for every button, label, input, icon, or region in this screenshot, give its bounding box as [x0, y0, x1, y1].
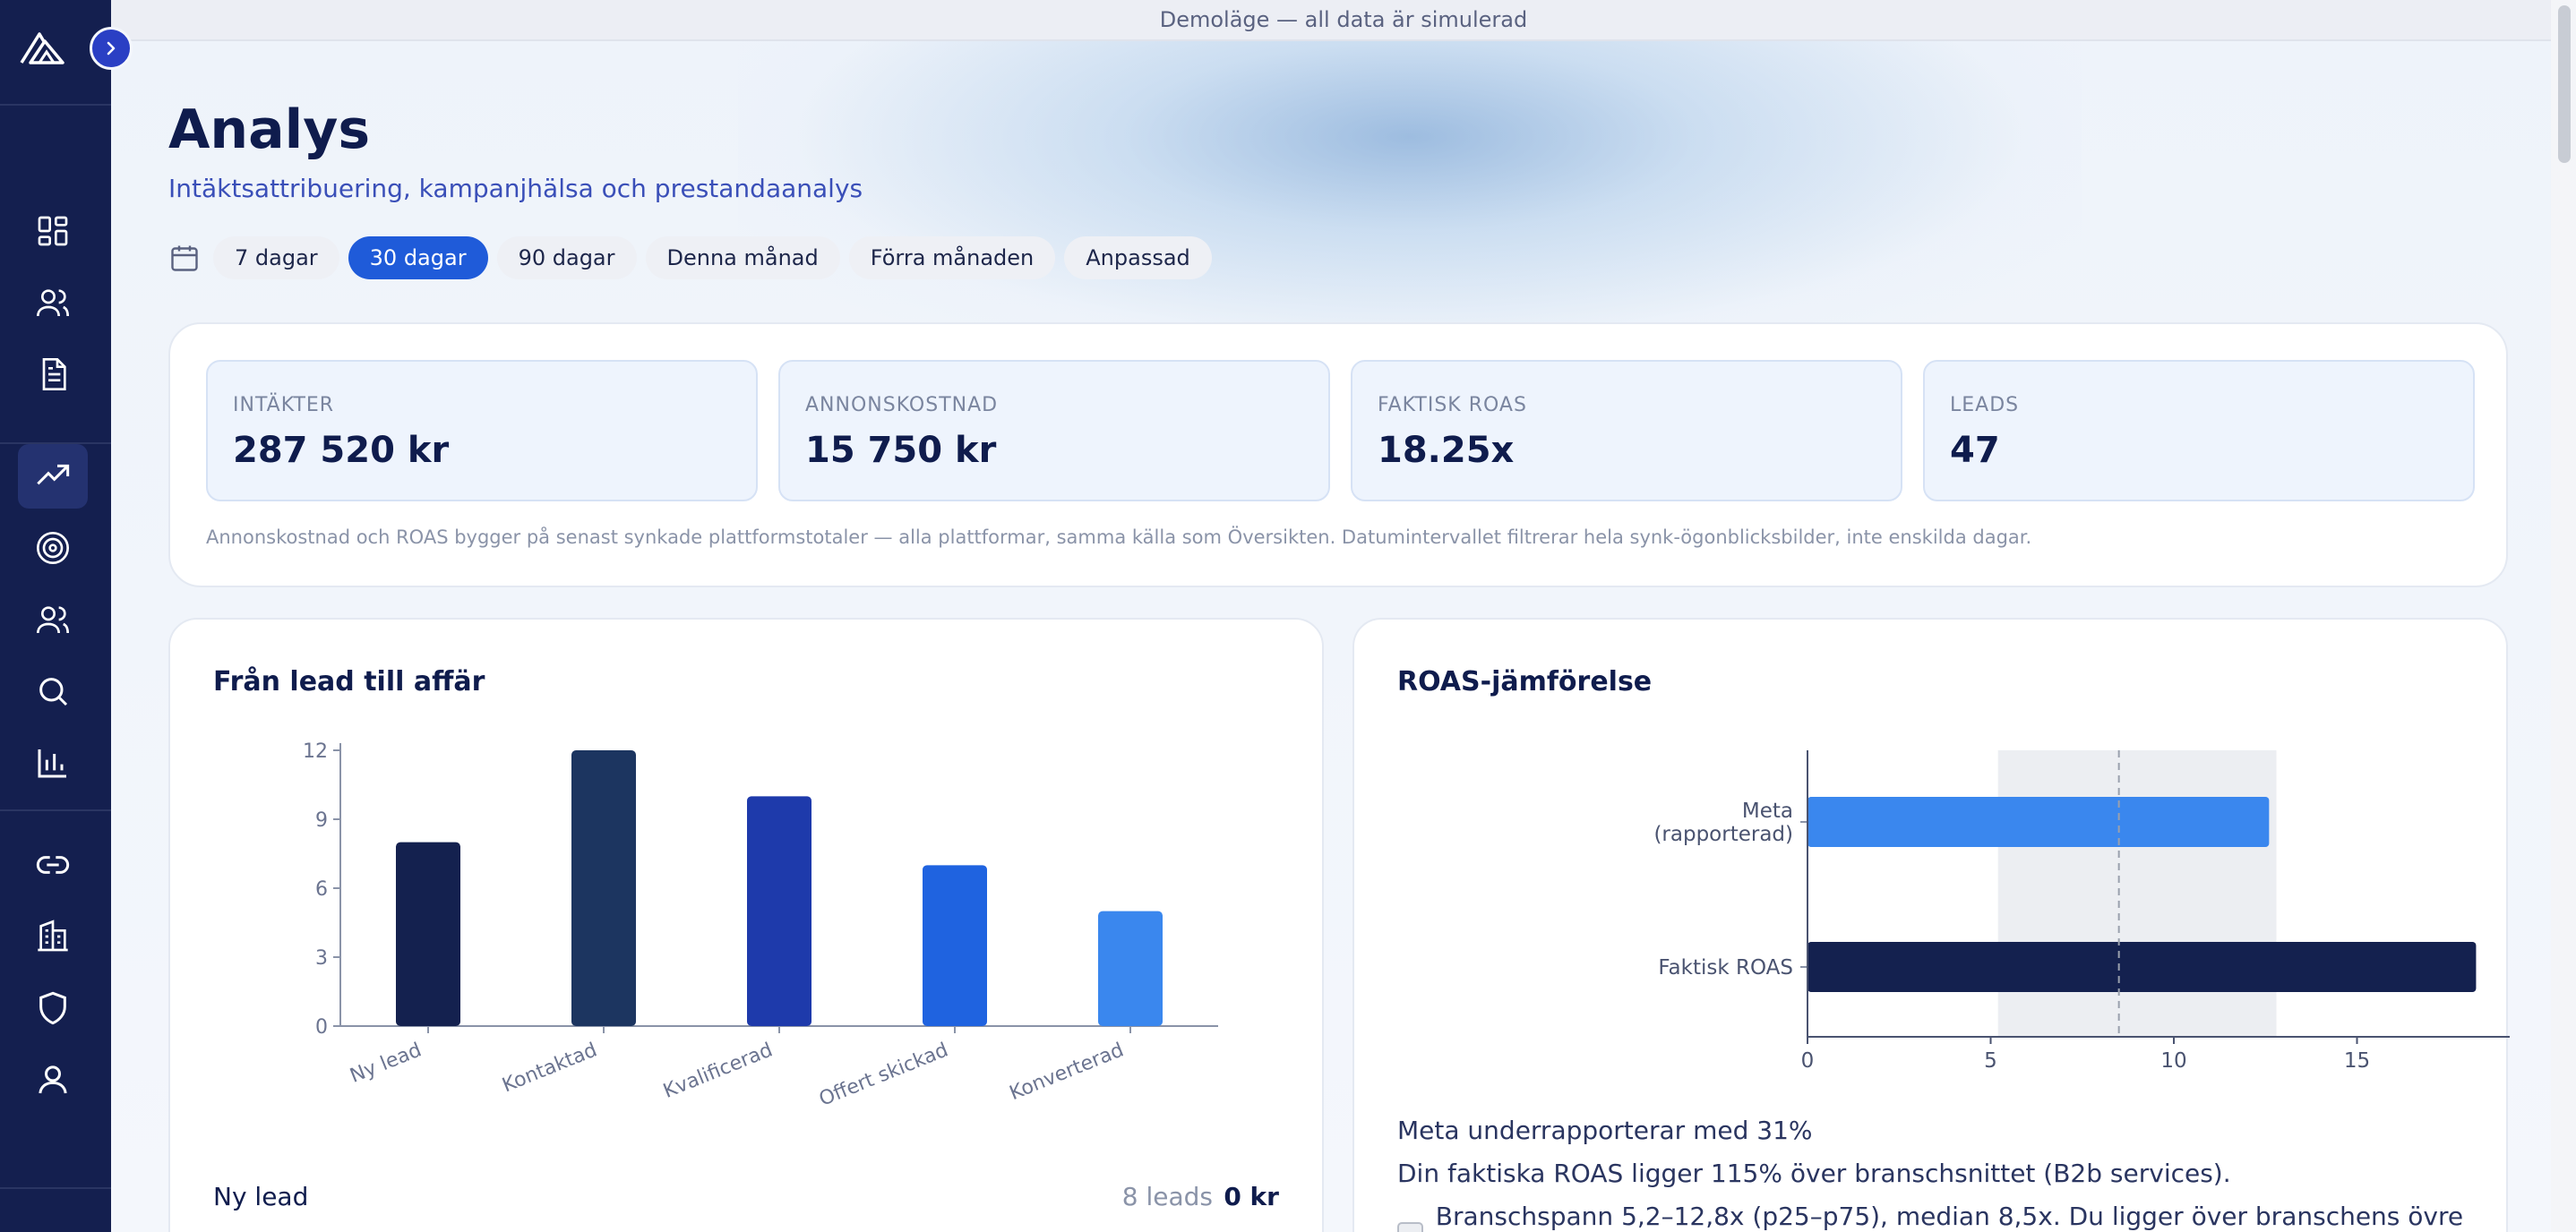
user-icon: [39, 1065, 67, 1094]
x-tick-label: Konverterad: [1007, 1039, 1128, 1105]
nav-dashboard[interactable]: [18, 199, 88, 263]
trending-up-icon: [37, 464, 70, 485]
range-chip-this-month[interactable]: Denna månad: [645, 236, 840, 279]
x-tick-label: 10: [2160, 1049, 2186, 1073]
date-range-selector: 7 dagar 30 dagar 90 dagar Denna månad Fö…: [168, 236, 1212, 279]
sidebar-divider: [0, 809, 111, 811]
kpi-value: 47: [1950, 430, 2000, 471]
roas-panel: ROAS-jämförelse Meta (rapporterad) Faktisk…: [1352, 618, 2510, 1232]
nav-contacts[interactable]: [18, 587, 88, 652]
nav-analytics[interactable]: [18, 444, 88, 509]
page-subtitle: Intäktsattribuering, kampanjhälsa och pr…: [168, 174, 863, 203]
target-icon: [37, 532, 69, 564]
nav-search[interactable]: [18, 659, 88, 723]
nav-documents[interactable]: [18, 342, 88, 406]
range-chip-90d[interactable]: 90 dagar: [496, 236, 637, 279]
stage-value: 0 kr: [1224, 1182, 1279, 1211]
nav-targets[interactable]: [18, 516, 88, 580]
x-tick-label: 5: [1984, 1049, 1997, 1073]
nav-security[interactable]: [18, 976, 88, 1040]
kpi-revenue: INTÄKTER 287 520 kr: [206, 360, 758, 501]
contacts-icon: [37, 606, 69, 634]
kpi-leads: LEADS 47: [1923, 360, 2475, 501]
kpi-value: 15 750 kr: [805, 430, 997, 471]
x-tick-label: 15: [2344, 1049, 2370, 1073]
chevron-right-icon: [107, 41, 116, 56]
kpi-value: 18.25x: [1378, 430, 1515, 471]
range-chip-custom[interactable]: Anpassad: [1064, 236, 1212, 279]
kpi-label: FAKTISK ROAS: [1378, 394, 1527, 416]
roas-bar-chart: Meta(rapporterad)Faktisk ROAS05101520: [1653, 750, 2510, 1073]
nav-profile[interactable]: [18, 1048, 88, 1112]
scrollbar-thumb[interactable]: [2558, 5, 2571, 163]
x-tick-label: Kvalificerad: [660, 1039, 776, 1103]
stage-lead-count: 8 leads: [1121, 1182, 1213, 1211]
nav-integrations[interactable]: [18, 833, 88, 897]
y-tick-label: Faktisk ROAS: [1658, 956, 1793, 980]
roas-insight-title: Meta underrapporterar med 31%: [1397, 1116, 1813, 1145]
x-tick-label: 0: [1801, 1049, 1815, 1073]
link-icon: [36, 856, 70, 874]
dashboard-icon: [38, 216, 68, 246]
sidebar-divider: [0, 104, 111, 106]
logo-icon: [20, 32, 64, 64]
roas-bar: [1807, 797, 2270, 847]
roas-insight-body: Din faktiska ROAS ligger 115% över brans…: [1397, 1159, 2231, 1188]
nav-users[interactable]: [18, 270, 88, 335]
kpi-label: INTÄKTER: [233, 394, 335, 416]
roas-bar: [1807, 942, 2477, 992]
calendar-icon: [171, 245, 198, 271]
bar-chart-icon: [38, 749, 66, 778]
search-icon: [39, 678, 68, 706]
x-tick-label: Offert skickad: [816, 1039, 951, 1110]
funnel-bar: [396, 842, 460, 1026]
x-tick-label: Ny lead: [347, 1039, 425, 1087]
y-tick-label: 0: [315, 1016, 328, 1039]
demo-banner: Demoläge — all data är simulerad: [111, 0, 2576, 41]
funnel-bar: [1098, 911, 1163, 1026]
nav-organization[interactable]: [18, 904, 88, 969]
funnel-bar: [747, 796, 811, 1026]
funnel-stage-row[interactable]: Ny lead 8 leads 0 kr: [213, 1182, 1279, 1218]
funnel-bar: [571, 750, 636, 1026]
funnel-bar-chart: 0 3 6 9 12 Ny lead Kontaktad Kvalificerad Offert…: [303, 740, 1218, 1111]
industry-band: [1997, 750, 2277, 1037]
kpi-footnote: Annonskostnad och ROAS bygger på senast …: [206, 526, 2032, 548]
header-glow: [738, 18, 2082, 358]
sidebar-divider: [0, 1187, 111, 1189]
shield-icon: [39, 991, 66, 1025]
sidebar-toggle-button[interactable]: [90, 27, 133, 70]
y-tick-label: 6: [315, 878, 328, 901]
roas-industry-band-note: Branschspann 5,2–12,8x (p25–p75), median…: [1397, 1202, 2506, 1232]
kpi-ad-spend: ANNONSKOSTNAD 15 750 kr: [778, 360, 1330, 501]
page-title: Analys: [168, 98, 371, 161]
funnel-bar: [923, 865, 987, 1026]
range-chip-30d[interactable]: 30 dagar: [348, 236, 488, 279]
document-icon: [42, 358, 66, 390]
scrollbar[interactable]: [2551, 0, 2576, 1232]
main-content: Demoläge — all data är simulerad Analys …: [111, 0, 2576, 1232]
building-icon: [38, 920, 68, 952]
kpi-actual-roas: FAKTISK ROAS 18.25x: [1351, 360, 1902, 501]
nav-reports[interactable]: [18, 731, 88, 795]
users-icon: [37, 289, 69, 317]
funnel-panel: Från lead till affär 0 3 6 9 12 Ny lead Kontak…: [168, 618, 1324, 1232]
kpi-value: 287 520 kr: [233, 430, 450, 471]
x-tick-label: Kontaktad: [499, 1039, 600, 1097]
y-tick-label: 12: [303, 740, 328, 763]
kpi-label: ANNONSKOSTNAD: [805, 394, 999, 416]
range-chip-7d[interactable]: 7 dagar: [213, 236, 339, 279]
band-legend-swatch: [1397, 1222, 1423, 1232]
range-chip-last-month[interactable]: Förra månaden: [848, 236, 1056, 279]
stage-name: Ny lead: [213, 1182, 309, 1211]
kpi-label: LEADS: [1950, 394, 2020, 416]
y-tick-label: Meta (rapporterad): [1653, 800, 1793, 846]
kpi-summary-card: INTÄKTER 287 520 kr ANNONSKOSTNAD 15 750…: [168, 322, 2508, 587]
y-tick-label: 9: [315, 809, 328, 832]
band-legend-text: Branschspann 5,2–12,8x (p25–p75), median…: [1435, 1202, 2464, 1232]
y-tick-label: 3: [315, 947, 328, 970]
sidebar: [0, 0, 111, 1232]
